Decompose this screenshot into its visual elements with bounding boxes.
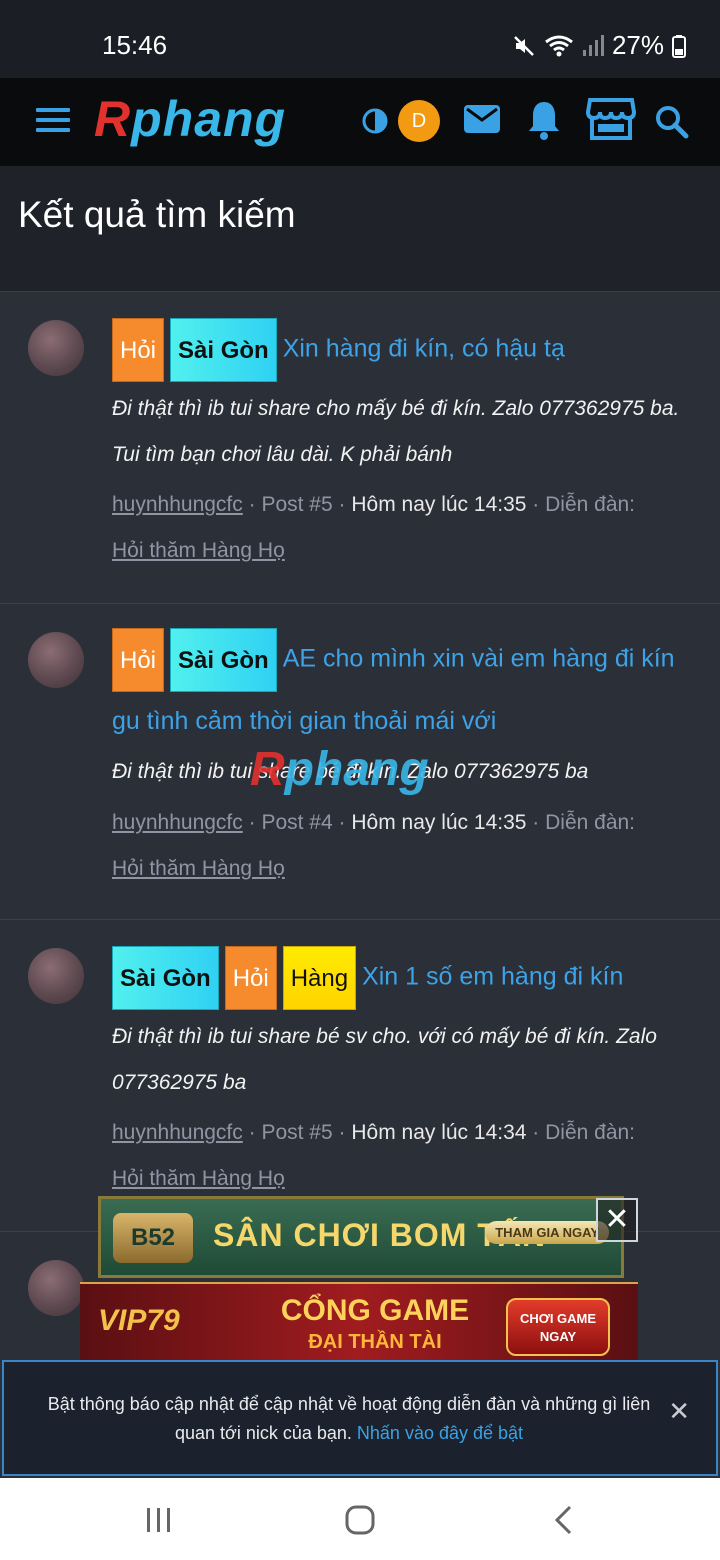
forum-link[interactable]: Hỏi thăm Hàng Họ (112, 1167, 285, 1190)
tag-label[interactable]: Hàng (282, 946, 357, 1010)
tag-label[interactable]: Sài Gòn (112, 946, 219, 1010)
ad-cta-button[interactable]: CHƠI GAME NGAY (506, 1298, 610, 1356)
result-title-line[interactable]: Sài Gòn Hỏi Hàng Xin 1 số em hàng đi kín (112, 946, 694, 1010)
tag-label[interactable]: Hỏi (112, 318, 165, 382)
tag-label[interactable]: Hỏi (224, 946, 277, 1010)
signal-icon (582, 34, 604, 56)
author-avatar[interactable] (28, 948, 84, 1004)
ad-subheadline: ĐẠI THẦN TÀI (308, 1331, 442, 1353)
forum-label: Diễn đàn: (545, 493, 636, 516)
close-ad-icon[interactable]: ✕ (596, 1198, 638, 1242)
result-snippet: Đi thật thì ib tui share bé sv cho. với … (112, 1025, 657, 1094)
post-date: Hôm nay lúc 14:35 (351, 811, 527, 834)
push-notification-notice: Bật thông báo cập nhật để cập nhật về ho… (2, 1360, 718, 1476)
forum-link[interactable]: Hỏi thăm Hàng Họ (112, 857, 285, 880)
store-icon[interactable] (586, 96, 636, 142)
enable-notifications-link[interactable]: Nhấn vào đây để bật (357, 1423, 523, 1443)
ad-headline: CỔNG GAME (280, 1294, 470, 1327)
page-title-bar: Kết quả tìm kiếm (0, 166, 720, 292)
status-bar: 15:46 27% (0, 0, 720, 78)
tag-label[interactable]: Sài Gòn (170, 628, 277, 692)
site-header: Rphang D (0, 78, 720, 166)
post-date: Hôm nay lúc 14:35 (351, 493, 527, 516)
notice-text: Bật thông báo cập nhật để cập nhật về ho… (47, 1394, 651, 1443)
result-meta: huynhhungcfc · Post #5 · Hôm nay lúc 14:… (112, 1121, 636, 1190)
home-icon[interactable] (344, 1504, 376, 1536)
result-title[interactable]: Xin 1 số em hàng đi kín (362, 963, 623, 991)
post-number: Post #4 (261, 811, 333, 834)
ad-banner-b52[interactable]: B52 SÂN CHƠI BOM TẤN THAM GIA NGAY (98, 1196, 624, 1278)
system-nav-bar (0, 1478, 720, 1560)
screen: 15:46 27% Rphang D Kết quả tìm kiếm Hỏi S… (0, 0, 720, 1560)
result-title[interactable]: Xin hàng đi kín, có hậu tạ (283, 335, 565, 363)
author-avatar[interactable] (28, 632, 84, 688)
ad-brand-logo: VIP79 (98, 1304, 180, 1337)
result-meta: huynhhungcfc · Post #4 · Hôm nay lúc 14:… (112, 811, 636, 880)
ad-brand-logo: B52 (113, 1213, 193, 1263)
forum-label: Diễn đàn: (545, 811, 636, 834)
tag-label[interactable]: Sài Gòn (170, 318, 277, 382)
menu-icon[interactable] (36, 108, 70, 134)
result-title-line[interactable]: Hỏi Sài Gòn Xin hàng đi kín, có hậu tạ (112, 318, 694, 382)
mute-icon (514, 35, 534, 56)
post-number: Post #5 (261, 493, 333, 516)
battery-icon (672, 34, 686, 58)
author-link[interactable]: huynhhungcfc (112, 493, 243, 516)
result-snippet: Đi thật thì ib tui share cho mấy bé đi k… (112, 397, 680, 466)
result-title-line[interactable]: Hỏi Sài Gòn AE cho mình xin vài em hàng đi… (112, 628, 694, 750)
battery-percent: 27% (611, 30, 664, 60)
ad-banner-vip79[interactable]: VIP79 CỔNG GAME ĐẠI THẦN TÀI CHƠI GAME N… (80, 1282, 638, 1362)
search-result: Sài Gòn Hỏi Hàng Xin 1 số em hàng đi kín Đi… (0, 920, 720, 1232)
site-logo[interactable]: Rphang (94, 90, 286, 148)
result-meta: huynhhungcfc · Post #5 · Hôm nay lúc 14:… (112, 493, 636, 562)
status-time: 15:46 (102, 30, 168, 60)
back-icon[interactable] (552, 1504, 574, 1536)
mail-icon[interactable] (462, 102, 502, 136)
forum-link[interactable]: Hỏi thăm Hàng Họ (112, 539, 285, 562)
recent-apps-icon[interactable] (144, 1506, 174, 1534)
ad-cta-button[interactable]: THAM GIA NGAY (485, 1221, 609, 1244)
author-link[interactable]: huynhhungcfc (112, 811, 243, 834)
author-avatar[interactable] (28, 320, 84, 376)
bell-icon[interactable] (526, 98, 562, 140)
close-notice-icon[interactable]: ✕ (668, 1396, 690, 1427)
user-avatar[interactable]: D (398, 100, 440, 142)
search-result: Hỏi Sài Gòn Xin hàng đi kín, có hậu tạ Đi … (0, 292, 720, 604)
site-watermark: Rphang (250, 743, 429, 796)
post-number: Post #5 (261, 1121, 333, 1144)
author-avatar[interactable] (28, 1260, 84, 1316)
theme-toggle-icon[interactable] (362, 108, 388, 134)
tag-label[interactable]: Hỏi (112, 628, 165, 692)
post-date: Hôm nay lúc 14:34 (351, 1121, 527, 1144)
forum-label: Diễn đàn: (545, 1121, 636, 1144)
search-icon[interactable] (654, 104, 690, 140)
author-link[interactable]: huynhhungcfc (112, 1121, 243, 1144)
wifi-icon (545, 35, 573, 56)
page-title: Kết quả tìm kiếm (18, 194, 296, 235)
